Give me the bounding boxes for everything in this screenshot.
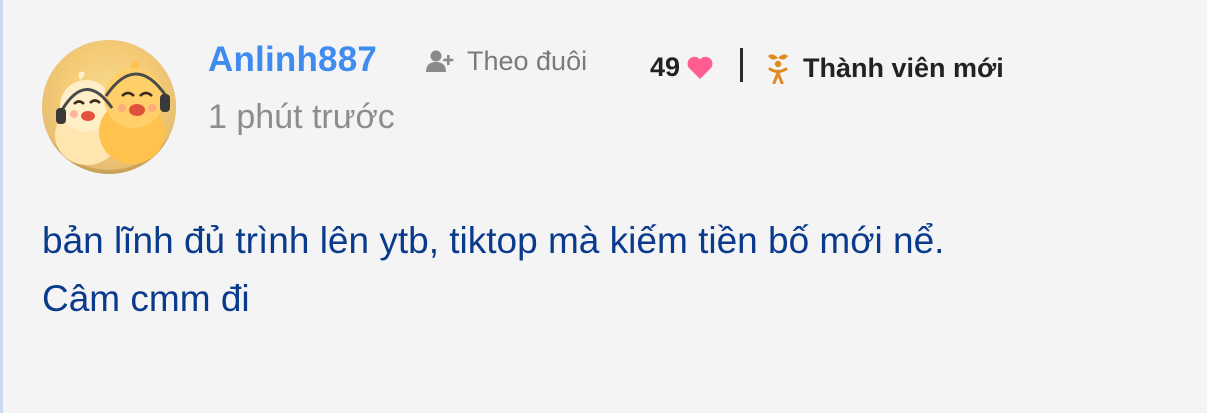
username-link[interactable]: Anlinh887 xyxy=(208,40,377,80)
comment-line: bản lĩnh đủ trình lên ytb, tiktop mà kiế… xyxy=(42,220,945,261)
member-rank-badge: Thành viên mới xyxy=(765,52,1004,84)
divider xyxy=(740,48,743,82)
heart-icon xyxy=(687,56,713,79)
add-user-icon xyxy=(426,50,454,72)
comment-line: Câm cmm đi xyxy=(42,278,250,319)
follow-button[interactable]: Theo đuôi xyxy=(425,44,587,78)
comment-card: Anlinh887 Theo đuôi 49 Thành viên mới 1 … xyxy=(0,0,1207,413)
sprout-person-icon xyxy=(768,54,788,84)
avatar-image xyxy=(42,40,176,170)
avatar[interactable] xyxy=(42,40,176,174)
like-count[interactable]: 49 xyxy=(650,52,714,83)
comment-body: bản lĩnh đủ trình lên ytb, tiktop mà kiế… xyxy=(42,212,1182,328)
like-count-value: 49 xyxy=(650,52,681,82)
member-rank-label: Thành viên mới xyxy=(803,52,1004,83)
comment-timestamp: 1 phút trước xyxy=(208,98,395,136)
follow-label: Theo đuôi xyxy=(467,45,588,76)
